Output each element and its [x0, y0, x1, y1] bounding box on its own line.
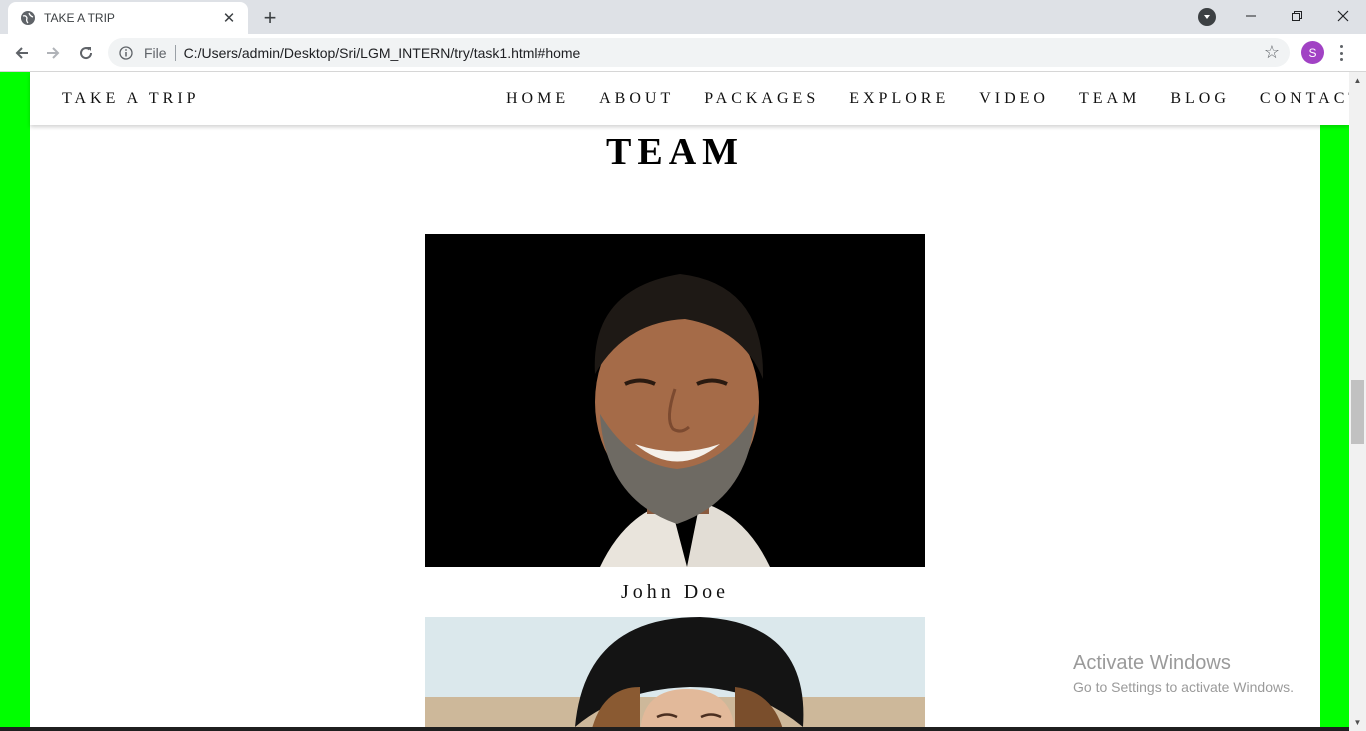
globe-icon: [20, 10, 36, 26]
minimize-button[interactable]: [1228, 0, 1274, 32]
menu-item-home[interactable]: HOME: [506, 90, 569, 108]
close-tab-icon[interactable]: ✕: [220, 9, 238, 27]
site-menu: HOME ABOUT PACKAGES EXPLORE VIDEO TEAM B…: [506, 90, 1362, 108]
page-viewport: TAKE A TRIP HOME ABOUT PACKAGES EXPLORE …: [0, 72, 1366, 731]
forward-icon[interactable]: [39, 39, 67, 67]
scrollbar-thumb[interactable]: [1351, 380, 1364, 444]
vertical-scrollbar[interactable]: ▲ ▼: [1349, 72, 1366, 731]
team-member-photo: [425, 234, 925, 567]
reload-icon[interactable]: [72, 39, 100, 67]
new-tab-button[interactable]: +: [258, 5, 282, 30]
team-member-name: John Doe: [620, 581, 730, 603]
watermark-subtitle: Go to Settings to activate Windows.: [1073, 679, 1294, 695]
scroll-up-arrow-icon[interactable]: ▲: [1349, 72, 1366, 89]
scroll-down-arrow-icon[interactable]: ▼: [1349, 714, 1366, 731]
menu-item-contact[interactable]: CONTACT: [1260, 90, 1362, 108]
close-window-button[interactable]: [1320, 0, 1366, 32]
tab-search-icon[interactable]: [1198, 8, 1216, 26]
menu-item-team[interactable]: TEAM: [1079, 90, 1140, 108]
left-border-strip: [0, 72, 30, 731]
info-icon[interactable]: [118, 45, 134, 61]
divider: [174, 44, 176, 61]
scheme-label: File: [144, 44, 167, 61]
menu-item-explore[interactable]: EXPLORE: [849, 90, 949, 108]
team-member-photo-2: [425, 617, 925, 731]
restore-button[interactable]: [1274, 0, 1320, 32]
bookmark-star-icon[interactable]: ☆: [1258, 39, 1286, 67]
site-navbar: TAKE A TRIP HOME ABOUT PACKAGES EXPLORE …: [30, 72, 1358, 125]
taskbar-edge: [0, 727, 1349, 731]
tab-title: TAKE A TRIP: [44, 11, 115, 25]
menu-item-video[interactable]: VIDEO: [979, 90, 1049, 108]
profile-avatar[interactable]: S: [1301, 41, 1324, 64]
url-text[interactable]: C:/Users/admin/Desktop/Sri/LGM_INTERN/tr…: [184, 45, 1258, 61]
address-bar[interactable]: File C:/Users/admin/Desktop/Sri/LGM_INTE…: [108, 38, 1290, 67]
back-icon[interactable]: [8, 39, 36, 67]
browser-toolbar: File C:/Users/admin/Desktop/Sri/LGM_INTE…: [0, 34, 1366, 72]
windows-activation-watermark: Activate Windows Go to Settings to activ…: [1073, 652, 1294, 695]
tab-strip: TAKE A TRIP ✕ +: [0, 0, 1366, 34]
menu-item-blog[interactable]: BLOG: [1170, 90, 1230, 108]
site-brand[interactable]: TAKE A TRIP: [62, 90, 200, 108]
right-border-strip: [1320, 72, 1349, 731]
section-title: TEAM: [606, 131, 744, 173]
menu-item-about[interactable]: ABOUT: [599, 90, 674, 108]
watermark-title: Activate Windows: [1073, 652, 1231, 674]
browser-tab[interactable]: TAKE A TRIP ✕: [8, 2, 248, 34]
menu-kebab-icon[interactable]: [1336, 42, 1346, 64]
menu-item-packages[interactable]: PACKAGES: [704, 90, 819, 108]
